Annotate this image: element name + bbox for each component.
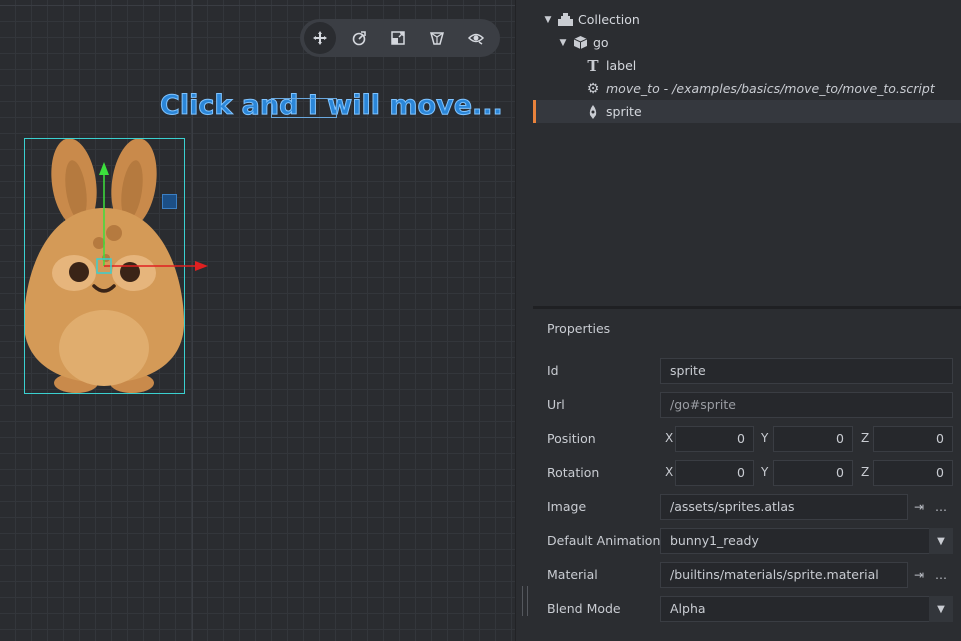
scale-icon xyxy=(391,31,405,45)
outline-item-label: label xyxy=(606,58,637,73)
outline-item-script[interactable]: ⚙ move_to - /examples/basics/move_to/mov… xyxy=(533,77,961,100)
material-goto-button[interactable]: ⇥ xyxy=(908,562,930,588)
material-field[interactable]: /builtins/materials/sprite.material xyxy=(660,562,908,588)
default-animation-select[interactable]: bunny1_ready xyxy=(660,528,953,554)
rotation-z-field[interactable]: 0 xyxy=(873,460,953,486)
rotation-y-label: Y xyxy=(761,465,769,479)
move-icon xyxy=(313,31,327,45)
rotation-label: Rotation xyxy=(547,465,600,480)
position-label: Position xyxy=(547,431,596,446)
material-label: Material xyxy=(547,567,598,582)
chevron-down-icon[interactable]: ▼ xyxy=(929,528,953,554)
properties-panel: Properties Id sprite Url /go#sprite Posi… xyxy=(533,309,961,641)
rotation-y-field[interactable]: 0 xyxy=(773,460,853,486)
position-x-label: X xyxy=(665,431,674,445)
position-y-label: Y xyxy=(761,431,769,445)
url-label: Url xyxy=(547,397,565,412)
eye-icon xyxy=(467,33,485,45)
gear-icon: ⚙ xyxy=(586,80,600,97)
image-browse-button[interactable]: … xyxy=(930,494,952,520)
game-object-icon xyxy=(572,35,588,51)
sprite-bounds xyxy=(24,138,185,394)
outline-item-collection[interactable]: ▼ Collection xyxy=(533,8,961,31)
perspective-icon xyxy=(430,32,444,45)
id-field[interactable]: sprite xyxy=(660,358,953,384)
outline-item-label: sprite xyxy=(606,104,642,119)
scale-handle[interactable] xyxy=(162,194,177,209)
perspective-tool-button[interactable] xyxy=(421,22,453,54)
move-tool-button[interactable] xyxy=(304,22,336,54)
label-bounds xyxy=(271,98,337,118)
collection-icon xyxy=(557,12,573,28)
blend-mode-select[interactable]: Alpha xyxy=(660,596,953,622)
outline-item-label: move_to - /examples/basics/move_to/move_… xyxy=(606,81,935,96)
sprite-icon xyxy=(585,104,601,120)
position-y-field[interactable]: 0 xyxy=(773,426,853,452)
chevron-down-icon[interactable]: ▼ xyxy=(929,596,953,622)
outline-item-label-component[interactable]: T label xyxy=(533,54,961,77)
grid-x-axis-line xyxy=(0,5,515,6)
outline-item-go[interactable]: ▼ go xyxy=(533,31,961,54)
position-z-label: Z xyxy=(861,431,870,445)
image-label: Image xyxy=(547,499,587,514)
rotate-tool-button[interactable] xyxy=(343,22,375,54)
rotation-z-label: Z xyxy=(861,465,870,479)
expand-triangle-icon[interactable]: ▼ xyxy=(558,38,568,48)
position-z-field[interactable]: 0 xyxy=(873,426,953,452)
expand-triangle-icon[interactable]: ▼ xyxy=(543,15,553,25)
position-x-field[interactable]: 0 xyxy=(675,426,754,452)
url-field: /go#sprite xyxy=(660,392,953,418)
id-label: Id xyxy=(547,363,559,378)
outline-item-sprite[interactable]: sprite xyxy=(533,100,961,123)
blend-mode-label: Blend Mode xyxy=(547,601,621,616)
properties-title: Properties xyxy=(547,321,611,336)
scene-viewport[interactable]: Click and I will move... xyxy=(0,0,515,641)
outline-item-label: Collection xyxy=(578,12,640,27)
rotate-icon xyxy=(352,31,366,46)
outline-item-label: go xyxy=(593,35,609,50)
image-field[interactable]: /assets/sprites.atlas xyxy=(660,494,908,520)
scene-toolbar xyxy=(300,19,500,57)
default-animation-label: Default Animation xyxy=(547,533,661,548)
splitter-grip-icon xyxy=(522,586,528,616)
visibility-tool-button[interactable] xyxy=(460,22,492,54)
scale-tool-button[interactable] xyxy=(382,22,414,54)
material-browse-button[interactable]: … xyxy=(930,562,952,588)
outline-panel: ▼ Collection ▼ go T label ⚙ move_to - /e… xyxy=(533,0,961,306)
panel-splitter[interactable] xyxy=(515,0,533,641)
image-goto-button[interactable]: ⇥ xyxy=(908,494,930,520)
text-icon: T xyxy=(587,56,599,75)
rotation-x-field[interactable]: 0 xyxy=(675,460,754,486)
rotation-x-label: X xyxy=(665,465,674,479)
